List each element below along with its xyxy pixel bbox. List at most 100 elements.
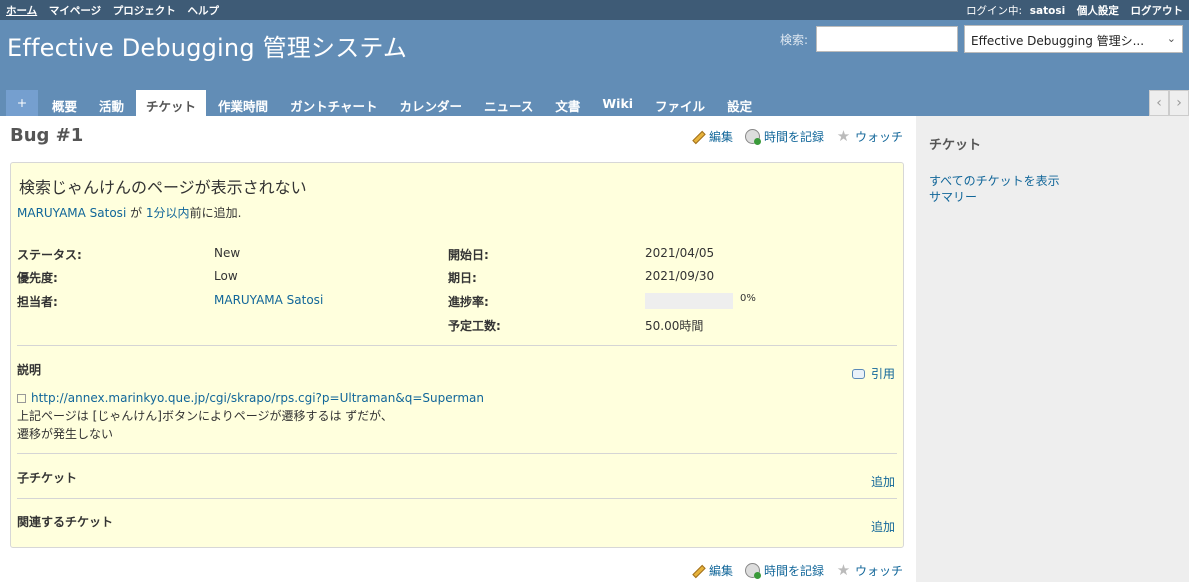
- issue-actions-top: 編集 時間を記録 ★ ウォッチ: [690, 128, 903, 145]
- done-ratio-label: 進捗率:: [448, 295, 489, 309]
- project-title: Effective Debugging 管理システム: [7, 34, 408, 62]
- status-value: New: [214, 246, 241, 260]
- main-content: Bug #1 編集 時間を記録 ★ ウォッチ 検索じゃんけんのページが表示されない…: [0, 116, 916, 582]
- sidebar: チケット すべてのチケットを表示 サマリー: [916, 116, 1189, 582]
- tab-issues[interactable]: チケット: [136, 90, 207, 116]
- sidebar-item-summary[interactable]: サマリー: [929, 189, 1176, 205]
- divider: [17, 453, 897, 454]
- watch-label: ウォッチ: [854, 564, 903, 578]
- tab-documents[interactable]: 文書: [545, 90, 590, 116]
- description-url-link[interactable]: http://annex.marinkyo.que.jp/cgi/skrapo/…: [17, 391, 484, 405]
- login-label: ログイン中:: [966, 4, 1023, 17]
- assignee-link[interactable]: MARUYAMA Satosi: [214, 293, 323, 307]
- top-menu-right: ログイン中: satosi 個人設定 ログアウト: [966, 3, 1183, 18]
- log-time-link[interactable]: 時間を記録: [744, 562, 824, 579]
- issue-actions-bottom: 編集 時間を記録 ★ ウォッチ: [690, 562, 903, 579]
- top-link-mypage[interactable]: マイページ: [49, 5, 101, 17]
- new-object-button[interactable]: +: [6, 90, 38, 116]
- status-label: ステータス:: [17, 248, 82, 262]
- edit-label: 編集: [708, 564, 733, 578]
- edit-link[interactable]: 編集: [690, 128, 733, 145]
- tab-activity[interactable]: 活動: [89, 90, 134, 116]
- menu-scroll-arrows: ‹ ›: [1149, 90, 1189, 116]
- assignee-value: MARUYAMA Satosi: [214, 293, 323, 307]
- watch-link[interactable]: ★ ウォッチ: [836, 562, 903, 579]
- project-jump-select[interactable]: Effective Debugging 管理シ... ⌄: [964, 25, 1183, 53]
- priority-value: Low: [214, 269, 238, 283]
- add-subtask-link[interactable]: 追加: [871, 473, 895, 490]
- top-menu: ホーム マイページ プロジェクト ヘルプ ログイン中: satosi 個人設定 …: [0, 0, 1189, 20]
- quick-search: 検索: Effective Debugging 管理シ... ⌄: [780, 25, 1183, 53]
- sidebar-item-all-issues[interactable]: すべてのチケットを表示: [929, 173, 1176, 189]
- priority-label: 優先度:: [17, 271, 58, 285]
- tab-files[interactable]: ファイル: [645, 90, 715, 116]
- chevron-left-icon[interactable]: ‹: [1149, 90, 1169, 116]
- star-icon: ★: [836, 127, 851, 145]
- edit-label: 編集: [708, 130, 733, 144]
- log-time-label: 時間を記録: [763, 564, 824, 578]
- top-link-home[interactable]: ホーム: [6, 5, 37, 17]
- author-sep: が: [126, 206, 146, 220]
- divider: [17, 345, 897, 346]
- pencil-icon: [690, 563, 705, 578]
- clock-icon: [744, 129, 761, 145]
- assignee-label: 担当者:: [17, 295, 58, 309]
- issue-subject: 検索じゃんけんのページが表示されない: [19, 178, 307, 197]
- search-label: 検索:: [779, 32, 808, 47]
- log-time-label: 時間を記録: [763, 130, 824, 144]
- star-icon: ★: [836, 561, 851, 579]
- add-relation-link[interactable]: 追加: [871, 518, 895, 535]
- clock-icon: [744, 563, 761, 579]
- tab-news[interactable]: ニュース: [474, 90, 543, 116]
- divider: [17, 498, 897, 499]
- chevron-down-icon: ⌄: [1166, 32, 1176, 45]
- quote-link[interactable]: 引用: [851, 365, 895, 382]
- relations-heading: 関連するチケット: [17, 515, 114, 529]
- watch-link[interactable]: ★ ウォッチ: [836, 128, 903, 145]
- quote-label: 引用: [870, 367, 895, 381]
- due-date-value: 2021/09/30: [645, 269, 715, 283]
- login-user[interactable]: satosi: [1030, 5, 1065, 17]
- tab-calendar[interactable]: カレンダー: [389, 90, 472, 116]
- top-link-projects[interactable]: プロジェクト: [113, 5, 176, 17]
- header: Effective Debugging 管理システム 検索: Effective…: [0, 20, 1189, 116]
- log-time-link[interactable]: 時間を記録: [744, 128, 824, 145]
- description-line-1: 上記ページは [じゃんけん]ボタンによりページが遷移するは ずだが、: [17, 409, 393, 423]
- watch-label: ウォッチ: [854, 130, 903, 144]
- top-menu-left: ホーム マイページ プロジェクト ヘルプ: [6, 3, 227, 18]
- description-url: http://annex.marinkyo.que.jp/cgi/skrapo/…: [31, 391, 484, 405]
- top-link-help[interactable]: ヘルプ: [187, 5, 219, 17]
- tab-wiki[interactable]: Wiki: [592, 90, 643, 116]
- page-title: Bug #1: [10, 125, 84, 146]
- start-date-value: 2021/04/05: [645, 246, 715, 260]
- progress-percent: 0%: [740, 293, 756, 304]
- tab-time-entries[interactable]: 作業時間: [208, 90, 278, 116]
- top-link-logout[interactable]: ログアウト: [1131, 5, 1184, 17]
- tab-settings[interactable]: 設定: [717, 90, 762, 116]
- added-text: 前に追加.: [189, 206, 242, 220]
- due-date-label: 期日:: [448, 271, 477, 285]
- speech-bubble-icon: [851, 368, 865, 379]
- issue-author-line: MARUYAMA Satosi が 1分以内前に追加.: [17, 204, 241, 221]
- progress-bar: [645, 293, 733, 309]
- sidebar-heading: チケット: [929, 138, 982, 153]
- time-ago-link[interactable]: 1分以内: [146, 206, 190, 220]
- subtasks-heading: 子チケット: [17, 471, 78, 485]
- start-date-label: 開始日:: [448, 248, 489, 262]
- project-jump-value: Effective Debugging 管理シ...: [971, 34, 1145, 48]
- chevron-right-icon[interactable]: ›: [1169, 90, 1189, 116]
- external-link-icon: [17, 393, 26, 403]
- main-menu: + 概要 活動 チケット 作業時間 ガントチャート カレンダー ニュース 文書 …: [6, 90, 764, 116]
- description-heading: 説明: [17, 363, 42, 377]
- edit-link[interactable]: 編集: [690, 562, 733, 579]
- tab-gantt[interactable]: ガントチャート: [280, 90, 387, 116]
- estimated-hours-label: 予定工数:: [448, 319, 501, 333]
- estimated-hours-value: 50.00時間: [645, 319, 704, 333]
- search-input[interactable]: [816, 26, 958, 52]
- tab-overview[interactable]: 概要: [42, 90, 87, 116]
- author-link[interactable]: MARUYAMA Satosi: [17, 206, 126, 220]
- pencil-icon: [690, 129, 705, 144]
- description-line-2: 遷移が発生しない: [17, 427, 114, 441]
- issue-details: 検索じゃんけんのページが表示されない MARUYAMA Satosi が 1分以…: [10, 162, 904, 548]
- top-link-my-account[interactable]: 個人設定: [1077, 5, 1119, 17]
